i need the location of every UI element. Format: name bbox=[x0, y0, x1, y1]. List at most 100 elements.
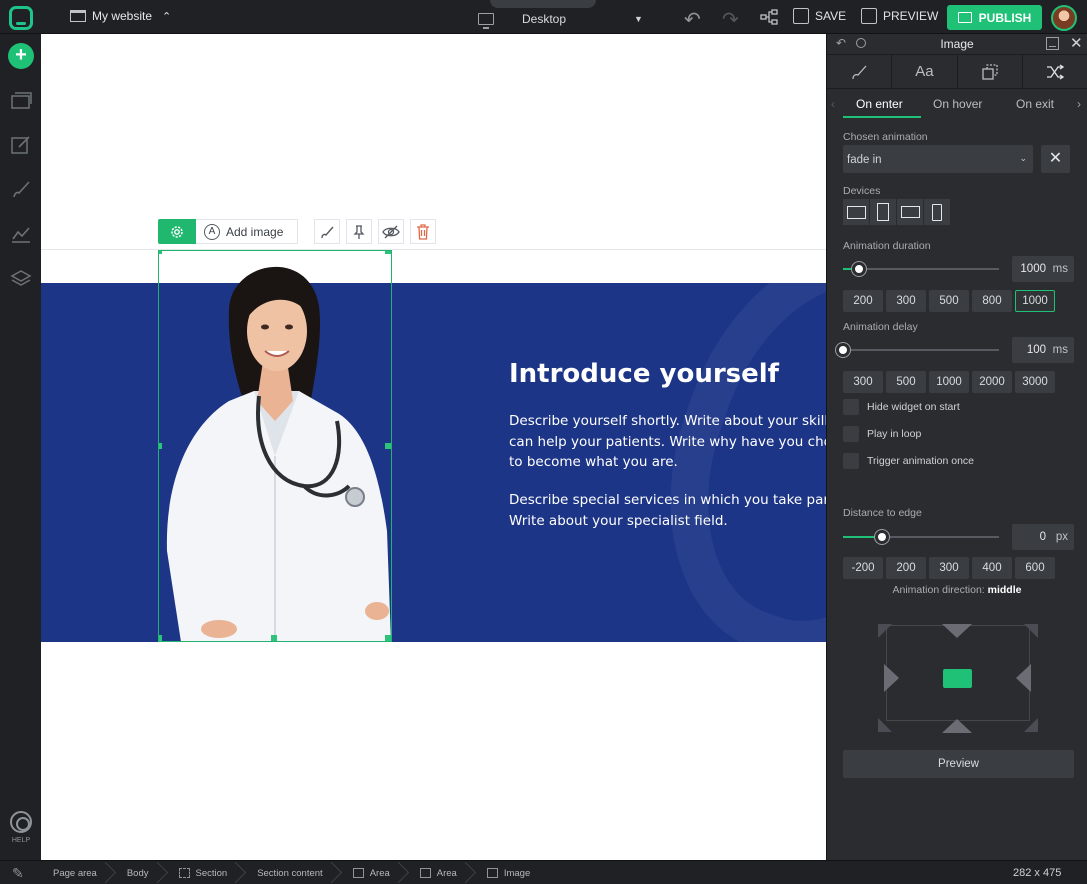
distance-preset-button[interactable]: 400 bbox=[972, 557, 1012, 579]
breadcrumb-item[interactable]: Image bbox=[475, 861, 548, 884]
user-avatar[interactable] bbox=[1051, 5, 1077, 31]
distance-preset-button[interactable]: 300 bbox=[929, 557, 969, 579]
hide-button[interactable] bbox=[378, 219, 405, 244]
duration-slider-knob[interactable] bbox=[852, 262, 866, 276]
device-drawer-handle[interactable] bbox=[490, 0, 596, 8]
minimize-icon[interactable] bbox=[1046, 37, 1059, 50]
animation-select[interactable]: fade in ⌄ bbox=[843, 145, 1033, 173]
duration-input[interactable]: 1000 ms bbox=[1012, 256, 1074, 282]
arrow-top-left-icon[interactable] bbox=[878, 624, 892, 638]
duration-slider[interactable] bbox=[843, 262, 999, 276]
redo-icon[interactable]: ↷ bbox=[722, 7, 739, 32]
widget-settings-button[interactable] bbox=[158, 219, 196, 244]
breadcrumb-item[interactable]: Section content bbox=[245, 861, 341, 884]
duration-preset-button[interactable]: 500 bbox=[929, 290, 969, 312]
resize-handle[interactable] bbox=[159, 251, 162, 254]
breadcrumb-item[interactable]: Area bbox=[341, 861, 408, 884]
hide-on-start-checkbox[interactable]: Hide widget on start bbox=[843, 399, 960, 415]
distance-preset-button[interactable]: 200 bbox=[886, 557, 926, 579]
clear-animation-button[interactable]: ✕ bbox=[1041, 145, 1070, 173]
publish-button[interactable]: PUBLISH bbox=[947, 5, 1042, 30]
chevron-right-icon[interactable]: › bbox=[1077, 97, 1081, 111]
brush-icon[interactable] bbox=[10, 180, 32, 200]
add-element-button[interactable]: + bbox=[8, 43, 34, 69]
add-image-button[interactable]: A Add image bbox=[196, 219, 299, 244]
duration-preset-button[interactable]: 200 bbox=[843, 290, 883, 312]
distance-slider-knob[interactable] bbox=[875, 530, 889, 544]
breadcrumb-item[interactable]: Body bbox=[115, 861, 167, 884]
duration-preset-button[interactable]: 300 bbox=[886, 290, 926, 312]
play-in-loop-checkbox[interactable]: Play in loop bbox=[843, 426, 921, 442]
layers-icon[interactable] bbox=[10, 269, 32, 289]
delay-preset-button[interactable]: 300 bbox=[843, 371, 883, 393]
device-desktop-toggle[interactable] bbox=[843, 199, 870, 225]
duration-presets: 200 300 500 800 1000 bbox=[843, 290, 1055, 312]
sitemap-icon[interactable] bbox=[760, 9, 778, 25]
tab-style[interactable] bbox=[827, 55, 893, 88]
tab-typography[interactable]: Aa bbox=[892, 55, 958, 88]
resize-handle[interactable] bbox=[271, 635, 277, 641]
resize-handle[interactable] bbox=[385, 251, 391, 254]
trigger-once-checkbox[interactable]: Trigger animation once bbox=[843, 453, 974, 469]
analytics-icon[interactable] bbox=[10, 224, 32, 244]
selected-image-widget[interactable] bbox=[158, 250, 392, 642]
distance-presets: -200 200 300 400 600 bbox=[843, 557, 1055, 579]
pages-icon[interactable] bbox=[10, 91, 32, 111]
delay-slider-knob[interactable] bbox=[836, 343, 850, 357]
hero-paragraph-1[interactable]: Describe yourself shortly. Write about y… bbox=[509, 411, 826, 473]
arrow-right-icon[interactable] bbox=[884, 664, 899, 692]
arrow-left-icon[interactable] bbox=[1016, 664, 1031, 692]
delay-input[interactable]: 100 ms bbox=[1012, 337, 1074, 363]
tab-layout[interactable] bbox=[958, 55, 1023, 88]
device-mobile-toggle[interactable] bbox=[924, 199, 951, 225]
tab-on-hover[interactable]: On hover bbox=[933, 97, 982, 111]
delay-preset-button[interactable]: 3000 bbox=[1015, 371, 1055, 393]
breadcrumb-item[interactable]: Page area bbox=[41, 861, 115, 884]
tab-on-enter[interactable]: On enter bbox=[856, 97, 903, 111]
arrow-down-icon[interactable] bbox=[942, 624, 972, 638]
direction-middle-button[interactable] bbox=[943, 669, 972, 688]
chevron-left-icon[interactable]: ‹ bbox=[831, 97, 835, 111]
arrow-up-icon[interactable] bbox=[942, 719, 972, 733]
delay-preset-button[interactable]: 2000 bbox=[972, 371, 1012, 393]
device-tablet-landscape-toggle[interactable] bbox=[897, 199, 924, 225]
distance-preset-button[interactable]: 600 bbox=[1015, 557, 1055, 579]
arrow-bottom-right-icon[interactable] bbox=[1024, 718, 1038, 732]
hero-paragraph-2[interactable]: Describe special services in which you t… bbox=[509, 490, 826, 531]
pin-button[interactable] bbox=[346, 219, 373, 244]
help-button[interactable]: HELP bbox=[6, 811, 36, 844]
duration-preset-button-selected[interactable]: 1000 bbox=[1015, 290, 1055, 312]
delay-preset-button[interactable]: 1000 bbox=[929, 371, 969, 393]
resize-handle[interactable] bbox=[385, 635, 391, 641]
close-icon[interactable]: ✕ bbox=[1070, 34, 1083, 52]
undo-icon[interactable]: ↶ bbox=[684, 7, 701, 32]
pin-icon[interactable]: ✎ bbox=[12, 865, 24, 882]
distance-slider[interactable] bbox=[843, 530, 999, 544]
delay-slider[interactable] bbox=[836, 343, 999, 357]
distance-preset-button[interactable]: -200 bbox=[843, 557, 883, 579]
hero-title[interactable]: Introduce yourself bbox=[509, 359, 779, 389]
duration-preset-button[interactable]: 800 bbox=[972, 290, 1012, 312]
save-button[interactable]: SAVE bbox=[793, 8, 846, 24]
editor-canvas[interactable]: Introduce yourself Describe yourself sho… bbox=[41, 34, 826, 860]
device-tablet-portrait-toggle[interactable] bbox=[870, 199, 897, 225]
site-selector[interactable]: My website ⌃ bbox=[70, 9, 171, 23]
tab-animation[interactable] bbox=[1023, 55, 1087, 88]
device-selector[interactable]: Desktop ▼ bbox=[478, 12, 643, 29]
app-logo[interactable] bbox=[9, 6, 33, 30]
preview-animation-button[interactable]: Preview bbox=[843, 750, 1074, 778]
preview-button[interactable]: PREVIEW bbox=[861, 8, 938, 24]
breadcrumb-item[interactable]: Section bbox=[167, 861, 246, 884]
tab-on-exit[interactable]: On exit bbox=[1016, 97, 1054, 111]
style-button[interactable] bbox=[314, 219, 341, 244]
arrow-top-right-icon[interactable] bbox=[1024, 624, 1038, 638]
delay-preset-button[interactable]: 500 bbox=[886, 371, 926, 393]
breadcrumb-item[interactable]: Area bbox=[408, 861, 475, 884]
resize-handle[interactable] bbox=[159, 443, 162, 449]
edit-icon[interactable] bbox=[10, 135, 32, 155]
distance-input[interactable]: 0 px bbox=[1012, 524, 1074, 550]
resize-handle[interactable] bbox=[159, 635, 162, 641]
arrow-bottom-left-icon[interactable] bbox=[878, 718, 892, 732]
delete-button[interactable] bbox=[410, 219, 437, 244]
resize-handle[interactable] bbox=[385, 443, 391, 449]
